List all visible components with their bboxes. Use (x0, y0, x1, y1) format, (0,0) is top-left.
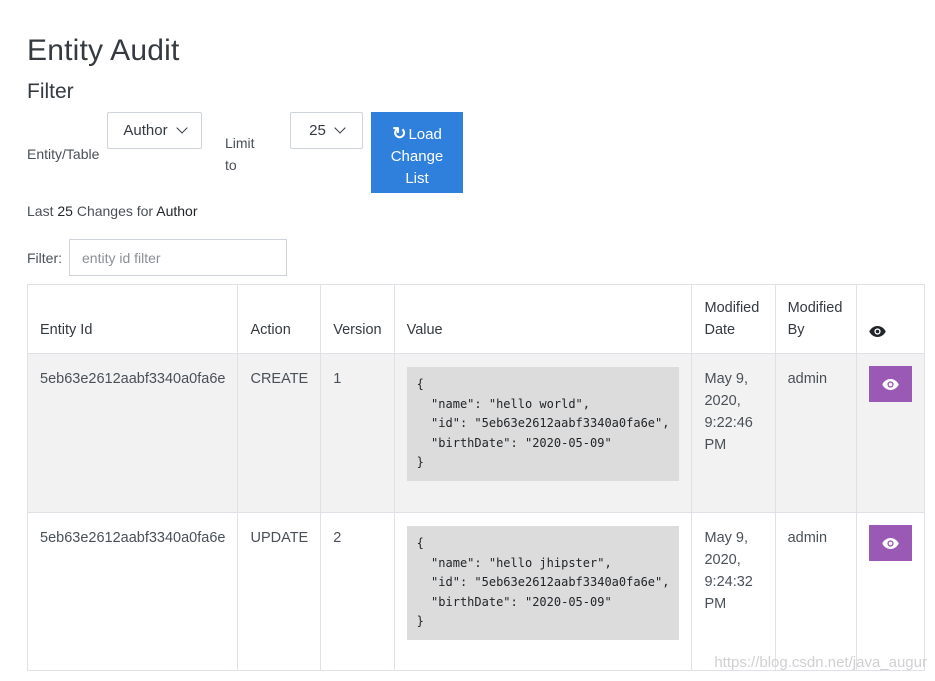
cell-modified-by: admin (774, 353, 857, 513)
chevron-down-icon (334, 122, 346, 134)
header-view (855, 284, 926, 354)
header-entity-id[interactable]: Entity Id (26, 284, 239, 354)
changes-summary: Last 25 Changes for Author (27, 203, 197, 219)
table-row: 5eb63e2612aabf3340a0fa6e UPDATE 2 { "nam… (26, 512, 926, 671)
header-action[interactable]: Action (237, 284, 322, 354)
summary-count: 25 (57, 203, 73, 219)
date-line-3: 9:24:32 PM (704, 574, 753, 612)
load-button-label-3: List (405, 169, 429, 187)
watermark: https://blog.csdn.net/java_augur (714, 654, 927, 671)
refresh-icon: ↻ (392, 123, 407, 143)
chevron-down-icon (175, 122, 188, 134)
date-line-1: May 9, (704, 530, 748, 546)
entity-select[interactable]: Author (107, 112, 202, 149)
limit-select[interactable]: 25 (290, 112, 363, 149)
header-modified-date-line-1: Modified (704, 300, 760, 316)
value-json-block: { "name": "hello world", "id": "5eb63e26… (406, 367, 680, 481)
cell-action: CREATE (237, 353, 322, 513)
cell-view (855, 353, 926, 513)
summary-middle: Changes for (76, 203, 154, 219)
cell-view (855, 512, 926, 671)
eye-icon (869, 326, 886, 337)
header-modified-date[interactable]: Modified Date (691, 284, 776, 354)
entity-table-label: Entity/Table (27, 146, 100, 162)
header-modified-by[interactable]: Modified By (774, 284, 857, 354)
cell-entity-id: 5eb63e2612aabf3340a0fa6e (26, 512, 239, 671)
filter-label: Filter: (27, 250, 62, 266)
eye-icon (882, 537, 899, 549)
cell-action: UPDATE (237, 512, 322, 671)
cell-modified-date: May 9, 2020, 9:24:32 PM (691, 512, 776, 671)
header-modified-date-line-2: Date (704, 322, 736, 338)
date-line-2: 2020, (704, 393, 741, 409)
cell-version: 1 (320, 353, 395, 513)
cell-value: { "name": "hello jhipster", "id": "5eb63… (393, 512, 693, 671)
date-line-1: May 9, (704, 371, 748, 387)
header-modified-by-line-2: By (787, 322, 805, 338)
cell-entity-id: 5eb63e2612aabf3340a0fa6e (26, 353, 239, 513)
limit-select-value: 25 (309, 122, 326, 139)
view-change-button[interactable] (868, 366, 912, 402)
filter-section-title: Filter (27, 80, 74, 103)
header-version[interactable]: Version (320, 284, 395, 354)
summary-entity: Author (156, 203, 198, 219)
view-change-button[interactable] (868, 525, 912, 561)
eye-icon (882, 378, 899, 390)
load-button-label-2: Change (390, 147, 444, 165)
audit-table: Entity Id Action Version Value Modified … (26, 284, 926, 671)
limit-label-line-1: Limit (225, 135, 255, 151)
table-header-row: Entity Id Action Version Value Modified … (26, 284, 926, 354)
header-modified-by-line-1: Modified (787, 300, 843, 316)
summary-prefix: Last (27, 203, 54, 219)
header-value[interactable]: Value (393, 284, 693, 354)
cell-modified-date: May 9, 2020, 9:22:46 PM (691, 353, 776, 513)
date-line-2: 2020, (704, 552, 741, 568)
value-json-block: { "name": "hello jhipster", "id": "5eb63… (406, 526, 680, 640)
date-line-3: 9:22:46 PM (704, 415, 753, 453)
table-row: 5eb63e2612aabf3340a0fa6e CREATE 1 { "nam… (26, 353, 926, 513)
limit-label-line-2: to (225, 157, 237, 173)
load-change-list-button[interactable]: ↻ Load Change List (371, 112, 463, 193)
cell-version: 2 (320, 512, 395, 671)
entity-select-value: Author (123, 122, 168, 139)
limit-label: Limit to (225, 132, 255, 176)
cell-value: { "name": "hello world", "id": "5eb63e26… (393, 353, 693, 513)
entity-id-filter-input[interactable] (69, 239, 287, 276)
page-title: Entity Audit (27, 34, 180, 67)
load-button-label-1: Load (408, 125, 442, 143)
cell-modified-by: admin (774, 512, 857, 671)
